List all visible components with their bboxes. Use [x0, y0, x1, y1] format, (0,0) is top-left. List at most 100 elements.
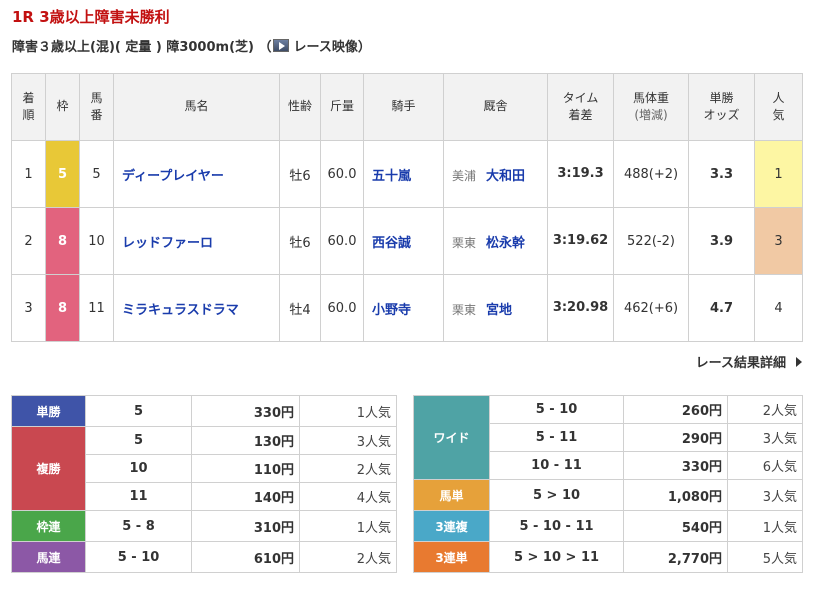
waku-badge: 5 [45, 140, 80, 208]
carried-weight: 60.0 [320, 140, 364, 208]
payout-popularity: 6人気 [727, 451, 803, 480]
payout-row-sanrentan: 3連単 5 > 10 > 11 2,770円 5人気 [413, 541, 803, 573]
payout-amount: 540円 [623, 510, 728, 542]
payout-popularity: 5人気 [727, 541, 803, 573]
results-header-row: 着順 枠 馬番 馬名 性齢 斤量 騎手 厩舎 タイム 着差 馬体重 (増減) 単勝オ… [11, 73, 803, 141]
horse-name-link[interactable]: ディープレイヤー [122, 169, 224, 184]
sex-age: 牡6 [279, 207, 321, 275]
header-weight: 斤量 [320, 73, 364, 141]
payout-combination: 11 [85, 482, 192, 511]
header-waku: 枠 [45, 73, 80, 141]
trainer-area: 美浦 [452, 168, 477, 183]
sex-age: 牡4 [279, 274, 321, 342]
sex-age: 牡6 [279, 140, 321, 208]
payout-popularity: 2人気 [299, 454, 397, 483]
race-conditions: 障害３歳以上(混)( 定量 ) 障3000m(芝) （ レース映像 ） [12, 36, 371, 55]
payout-combination: 10 [85, 454, 192, 483]
bet-type-fukusho: 複勝 [11, 426, 86, 511]
header-horse: 馬名 [113, 73, 280, 141]
bet-type-tansho: 単勝 [11, 395, 86, 427]
win-odds: 4.7 [688, 274, 755, 342]
results-table: 着順 枠 馬番 馬名 性齢 斤量 騎手 厩舎 タイム 着差 馬体重 (増減) 単勝オ… [11, 73, 803, 342]
header-trainer: 厩舎 [443, 73, 548, 141]
payout-row-fukusho: 複勝 5 130円 3人気 [11, 426, 397, 511]
bet-type-wide: ワイド [413, 395, 490, 480]
carried-weight: 60.0 [320, 274, 364, 342]
finish-time: 3:19.3 [547, 140, 614, 208]
payout-combination: 5 - 10 [85, 541, 192, 573]
payout-row-umaren: 馬連 5 - 10 610円 2人気 [11, 541, 397, 573]
trainer-link[interactable]: 宮地 [486, 303, 512, 318]
finish-time: 3:20.98 [547, 274, 614, 342]
jockey-link[interactable]: 小野寺 [372, 303, 411, 318]
header-umaban: 馬番 [79, 73, 114, 141]
header-body-weight: 馬体重 (増減) [613, 73, 689, 141]
payout-popularity: 2人気 [299, 541, 397, 573]
payout-amount: 610円 [191, 541, 300, 573]
payout-popularity: 3人気 [727, 479, 803, 511]
popularity: 4 [754, 274, 803, 342]
payout-amount: 2,770円 [623, 541, 728, 573]
trainer-link[interactable]: 松永幹 [486, 236, 525, 251]
popularity: 1 [754, 140, 803, 208]
race-result-detail-link[interactable]: レース結果詳細 [696, 352, 802, 371]
bet-type-wakuren: 枠連 [11, 510, 86, 542]
payout-combination: 10 - 11 [489, 451, 624, 480]
header-time: タイム 着差 [547, 73, 614, 141]
horse-name-link[interactable]: ミラキュラスドラマ [122, 303, 239, 318]
payout-amount: 330円 [191, 395, 300, 427]
video-icon[interactable] [273, 39, 290, 52]
trainer-area: 栗東 [452, 235, 477, 250]
payout-popularity: 2人気 [727, 395, 803, 424]
rank: 3 [11, 274, 46, 342]
race-title: 1R 3歳以上障害未勝利 [12, 8, 170, 26]
result-row: 1 5 5 ディープレイヤー 牡6 60.0 五十嵐 美浦 大和田 3:19.3 … [11, 140, 803, 208]
umaban: 5 [79, 140, 114, 208]
header-popularity: 人気 [754, 73, 803, 141]
horse-name-link[interactable]: レッドファーロ [122, 236, 213, 251]
payout-amount: 140円 [191, 482, 300, 511]
header-sexage: 性齢 [279, 73, 321, 141]
payout-amount: 330円 [623, 451, 728, 480]
umaban: 10 [79, 207, 114, 275]
payout-table-left: 単勝 5 330円 1人気 複勝 5 130円 3人気 10 110円 2人気 … [11, 395, 397, 573]
header-jockey: 騎手 [363, 73, 444, 141]
payout-combination: 5 [85, 395, 192, 427]
race-conditions-close: ） [357, 40, 371, 55]
payout-row-sanrenpuku: 3連複 5 - 10 - 11 540円 1人気 [413, 510, 803, 542]
payout-popularity: 1人気 [299, 510, 397, 542]
jockey-link[interactable]: 五十嵐 [372, 169, 411, 184]
result-row: 3 8 11 ミラキュラスドラマ 牡4 60.0 小野寺 栗東 宮地 3:20.9… [11, 274, 803, 342]
payout-combination: 5 - 11 [489, 423, 624, 452]
race-video-link[interactable]: レース映像 [293, 36, 357, 55]
payout-row-tansho: 単勝 5 330円 1人気 [11, 395, 397, 427]
payout-amount: 1,080円 [623, 479, 728, 511]
payout-popularity: 3人気 [299, 426, 397, 455]
payout-row-wakuren: 枠連 5 - 8 310円 1人気 [11, 510, 397, 542]
payout-amount: 110円 [191, 454, 300, 483]
payout-combination: 5 - 10 [489, 395, 624, 424]
payout-amount: 290円 [623, 423, 728, 452]
rank: 1 [11, 140, 46, 208]
payout-combination: 5 - 10 - 11 [489, 510, 624, 542]
waku-badge: 8 [45, 274, 80, 342]
trainer-link[interactable]: 大和田 [486, 169, 525, 184]
body-weight: 462(+6) [613, 274, 689, 342]
umaban: 11 [79, 274, 114, 342]
payout-combination: 5 [85, 426, 192, 455]
payout-row-wide: ワイド 5 - 10 260円 2人気 [413, 395, 803, 480]
payout-combination: 5 - 8 [85, 510, 192, 542]
win-odds: 3.9 [688, 207, 755, 275]
body-weight: 488(+2) [613, 140, 689, 208]
payout-combination: 5 > 10 [489, 479, 624, 511]
body-weight: 522(-2) [613, 207, 689, 275]
payout-combination: 5 > 10 > 11 [489, 541, 624, 573]
waku-badge: 8 [45, 207, 80, 275]
trainer-area: 栗東 [452, 302, 477, 317]
payout-amount: 260円 [623, 395, 728, 424]
jockey-link[interactable]: 西谷誠 [372, 236, 411, 251]
bet-type-sanrenpuku: 3連複 [413, 510, 490, 542]
header-rank: 着順 [11, 73, 46, 141]
payout-row-umatan: 馬単 5 > 10 1,080円 3人気 [413, 479, 803, 511]
race-result-detail-label[interactable]: レース結果詳細 [696, 352, 786, 371]
